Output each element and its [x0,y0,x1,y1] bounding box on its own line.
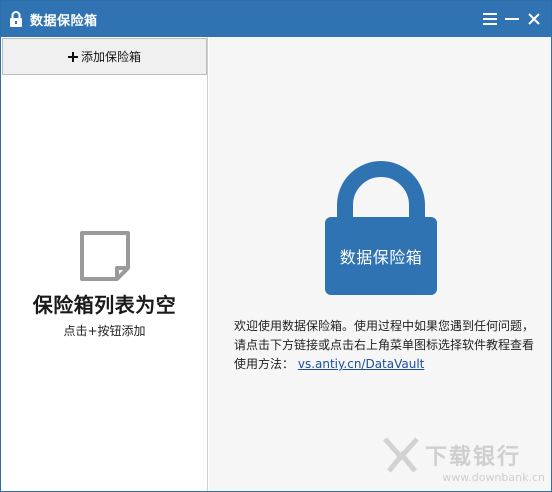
add-vault-label: 添加保险箱 [80,50,141,64]
window-controls [479,1,545,37]
empty-list-title: 保险箱列表为空 [32,293,177,317]
downbank-logo-icon [383,437,419,473]
watermark-text: 下载银行 [425,445,522,470]
tutorial-link[interactable]: vs.antiy.cn/DataVault [298,357,425,371]
vault-list-pane: 添加保险箱 保险箱列表为空 点击+按钮添加 [1,37,208,491]
welcome-description: 欢迎使用数据保险箱。使用过程中如果您遇到任何问题，请点击下方链接或点击右上角菜单… [234,317,534,374]
lock-icon [10,11,22,27]
close-button[interactable] [523,8,545,30]
menu-icon [483,13,497,25]
watermark: 下载银行 www.downbank.cn [373,435,549,489]
minimize-icon [505,18,519,20]
app-window: 数据保险箱 添加保险箱 保险箱列表为空 点击+按钮添加 数据保险箱 欢迎使用数据… [0,0,552,492]
padlock-icon [325,161,437,295]
close-icon [528,13,540,25]
add-vault-button[interactable]: 添加保险箱 [2,38,207,75]
window-title: 数据保险箱 [30,13,98,29]
minimize-button[interactable] [501,8,523,30]
empty-document-icon [80,231,130,281]
title-bar: 数据保险箱 [1,1,551,37]
empty-list-hint: 点击+按钮添加 [63,324,146,338]
watermark-url: www.downbank.cn [442,471,545,484]
welcome-pane: 数据保险箱 欢迎使用数据保险箱。使用过程中如果您遇到任何问题，请点击下方链接或点… [209,37,551,491]
menu-button[interactable] [479,8,501,30]
plus-icon [67,51,78,62]
lock-label: 数据保险箱 [339,248,423,267]
